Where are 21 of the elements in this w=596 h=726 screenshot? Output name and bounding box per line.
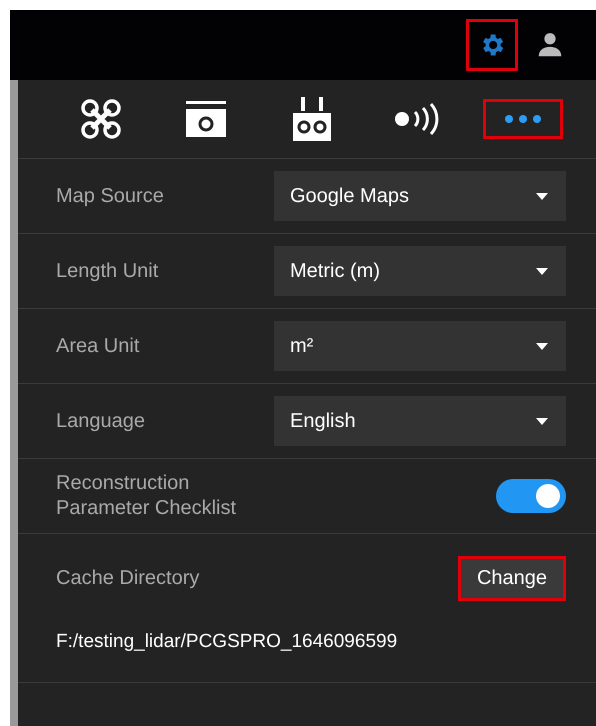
caret-icon	[536, 342, 548, 350]
setting-label: Cache Directory	[56, 566, 200, 591]
change-button[interactable]: Change	[458, 556, 566, 601]
camera-icon	[185, 99, 228, 139]
setting-label: Reconstruction Parameter Checklist	[56, 471, 236, 521]
setting-label: Length Unit	[56, 258, 158, 284]
more-icon	[504, 114, 542, 124]
dropdown[interactable]: Metric (m)	[274, 246, 566, 296]
dropdown[interactable]: m²	[274, 321, 566, 371]
dropdown[interactable]: English	[274, 396, 566, 446]
toggle-switch[interactable]	[496, 479, 566, 513]
setting-label: Map Source	[56, 184, 164, 208]
directory-path: F:/testing_lidar/PCGSPRO_1646096599	[56, 631, 398, 653]
dropdown[interactable]: Google Maps	[274, 171, 566, 221]
caret-icon	[536, 192, 548, 200]
caret-icon	[536, 268, 548, 274]
setting-label: Language	[56, 408, 145, 434]
caret-icon	[536, 418, 548, 424]
setting-label: Area Unit	[56, 334, 140, 358]
remote-controller-icon	[292, 96, 332, 142]
drone-icon	[78, 97, 123, 141]
